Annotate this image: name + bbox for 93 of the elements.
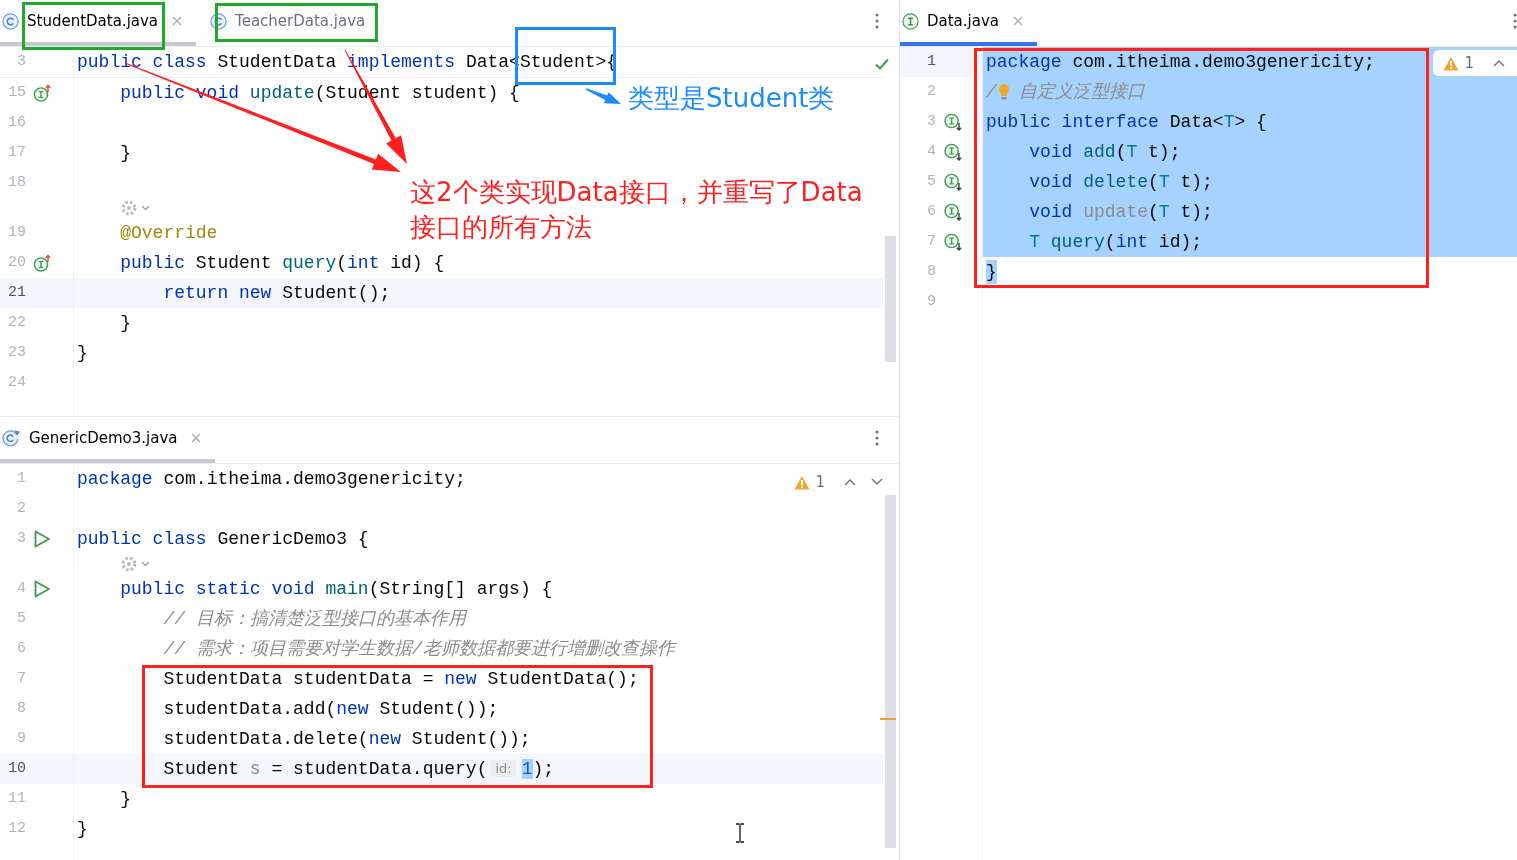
lightbulb-icon[interactable] xyxy=(997,83,1010,101)
line-number: 23 xyxy=(8,344,26,362)
problem-count: 1 xyxy=(815,473,825,491)
editor-tab[interactable]: TeacherData.java xyxy=(208,0,380,46)
circled-c-arrow-icon xyxy=(2,429,21,447)
code-line: public class GenericDemo3 { xyxy=(77,528,369,551)
code-line: studentData.add(new Student()); xyxy=(163,698,499,721)
more-icon[interactable] xyxy=(875,13,879,29)
code-line: } xyxy=(120,142,131,165)
close-icon[interactable] xyxy=(172,16,183,26)
circled-c-icon xyxy=(2,12,19,30)
scrollbar-thumb[interactable] xyxy=(885,495,896,848)
chevron-up-icon[interactable] xyxy=(844,478,856,486)
circled-i-down-arrow-icon[interactable] xyxy=(944,143,963,161)
code-line: public static void main(String[] args) { xyxy=(120,578,553,601)
line-number: 24 xyxy=(8,374,26,392)
code-line: } xyxy=(77,342,88,365)
code-line: public Student query(int id) { xyxy=(120,252,445,275)
line-number: 18 xyxy=(8,174,26,192)
line-number: 10 xyxy=(8,760,26,778)
code-line: // 目标：搞清楚泛型接口的基本作用 xyxy=(163,608,466,631)
code-line: } xyxy=(77,818,88,841)
line-number: 4 xyxy=(17,580,26,598)
chevron-up-icon[interactable] xyxy=(1493,59,1505,67)
line-number: 1 xyxy=(17,470,26,488)
check-icon[interactable] xyxy=(874,57,890,71)
editor-tab[interactable]: StudentData.java xyxy=(0,0,197,46)
code-line: } xyxy=(120,312,131,335)
line-number: 17 xyxy=(8,144,26,162)
editor-tab[interactable]: GenericDemo3.java xyxy=(0,417,216,463)
code-line: void add(T t); xyxy=(1029,141,1181,164)
line-number: 5 xyxy=(927,173,936,191)
code-line: Student s = studentData.query( id: 1); xyxy=(163,758,555,781)
line-number: 4 xyxy=(927,143,936,161)
code-line: T query(int id); xyxy=(1029,231,1203,254)
line-number: 6 xyxy=(927,203,936,221)
line-number: 3 xyxy=(17,530,26,548)
line-number: 8 xyxy=(17,700,26,718)
line-number: 3 xyxy=(927,113,936,131)
code-line: void delete(T t); xyxy=(1029,171,1213,194)
code-text: 自定义泛型接口 xyxy=(1018,81,1145,104)
line-number: 9 xyxy=(17,730,26,748)
more-icon[interactable] xyxy=(1513,13,1517,29)
line-number: 9 xyxy=(927,293,936,311)
code-text: / xyxy=(986,81,997,104)
line-number: 19 xyxy=(8,224,26,242)
close-icon[interactable] xyxy=(1013,16,1023,26)
warning-icon xyxy=(794,474,811,490)
code-line: @Override xyxy=(120,222,218,245)
line-number: 15 xyxy=(8,84,26,102)
play-icon[interactable] xyxy=(33,580,51,598)
line-number: 7 xyxy=(17,670,26,688)
more-icon[interactable] xyxy=(875,430,879,446)
stripe-marker-icon[interactable] xyxy=(880,718,896,720)
circled-i-icon xyxy=(902,12,919,30)
code-line: package com.itheima.demo3genericity; xyxy=(77,468,466,491)
line-number: 5 xyxy=(17,610,26,628)
line-number: 7 xyxy=(927,233,936,251)
circled-i-down-arrow-icon[interactable] xyxy=(944,233,963,251)
code-line: StudentData studentData = new StudentData(); xyxy=(163,668,639,691)
warning-icon xyxy=(1443,55,1460,71)
line-number: 3 xyxy=(17,53,26,71)
circled-i-down-arrow-icon[interactable] xyxy=(944,203,963,221)
inspections-widget[interactable]: 1 xyxy=(1433,50,1517,76)
line-number: 1 xyxy=(927,53,936,71)
line-number: 20 xyxy=(8,254,26,272)
close-icon[interactable] xyxy=(191,433,202,443)
circled-i-down-arrow-icon[interactable] xyxy=(944,173,963,191)
line-number: 16 xyxy=(8,114,26,132)
code-line: studentData.delete(new Student()); xyxy=(163,728,531,751)
line-number: 2 xyxy=(927,83,936,101)
play-icon[interactable] xyxy=(33,530,51,548)
code-line: } xyxy=(120,788,131,811)
annotation-note: 这2个类实现Data接口，并重写了Data接口的所有方法 xyxy=(410,176,864,244)
i-beam-cursor-icon xyxy=(735,823,745,843)
code-line: package com.itheima.demo3genericity; xyxy=(986,51,1375,74)
scrollbar-thumb[interactable] xyxy=(885,236,896,362)
line-number: 8 xyxy=(927,263,936,281)
code-line: return new Student(); xyxy=(163,282,391,305)
circled-c-icon xyxy=(210,12,228,30)
line-number: 6 xyxy=(17,640,26,658)
code-line: // 需求：项目需要对学生数据/老师数据都要进行增删改查操作 xyxy=(163,638,675,661)
line-number: 21 xyxy=(8,284,26,302)
line-number: 11 xyxy=(8,790,26,808)
code-line: void update(T t); xyxy=(1029,201,1213,224)
chevron-down-icon[interactable] xyxy=(871,478,883,486)
code-line: public interface Data<T> { xyxy=(986,111,1267,134)
line-number: 2 xyxy=(17,500,26,518)
annotation-note: 类型是Student类 xyxy=(628,82,835,115)
line-number: 12 xyxy=(8,820,26,838)
circled-i-down-arrow-icon[interactable] xyxy=(944,113,963,131)
line-number: 22 xyxy=(8,314,26,332)
problem-count: 1 xyxy=(1464,54,1474,72)
